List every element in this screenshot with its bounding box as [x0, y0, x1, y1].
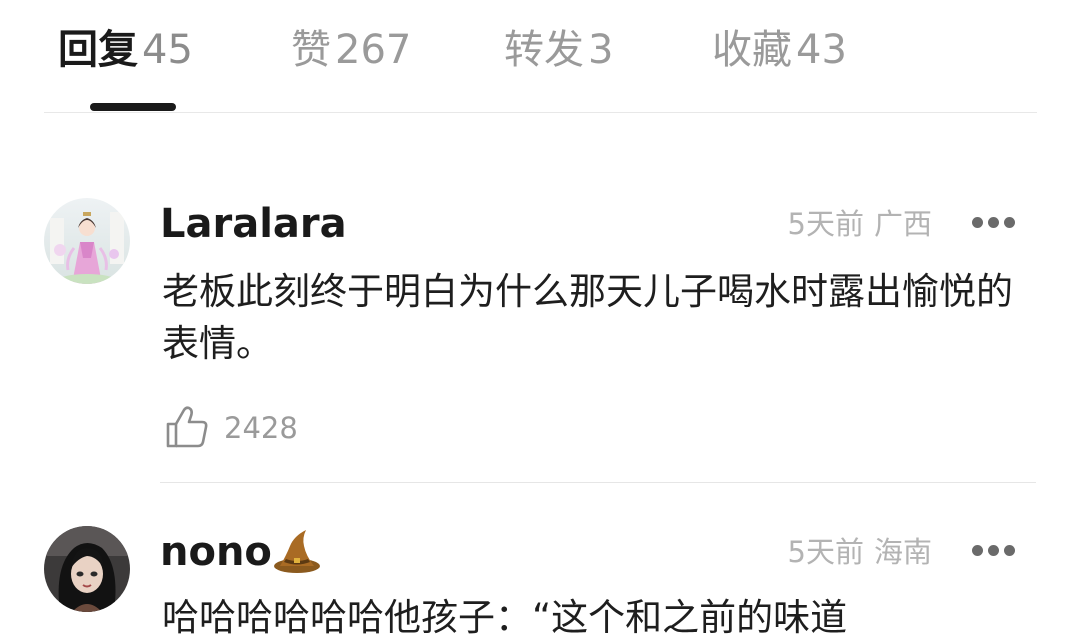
comment-meta: 5天前 广西 [788, 204, 932, 244]
thumbs-up-icon[interactable] [164, 404, 210, 450]
tab-replies[interactable]: 回复 45 [58, 22, 193, 78]
tab-replies-count: 45 [142, 27, 193, 73]
tab-favorites[interactable]: 收藏 43 [712, 22, 847, 78]
comment-text: 哈哈哈哈哈哈他孩子：“这个和之前的味道 [162, 596, 848, 639]
tab-favorites-label: 收藏 [712, 27, 792, 73]
username[interactable]: nono [160, 526, 272, 578]
comment-time: 5天前 [787, 535, 864, 569]
avatar[interactable] [44, 198, 130, 284]
more-options-icon[interactable] [972, 545, 1016, 557]
tab-likes[interactable]: 赞 267 [291, 22, 411, 78]
tab-replies-label: 回复 [58, 27, 138, 73]
comment-region: 海南 [873, 535, 932, 569]
comment-text: 老板此刻终于明白为什么那天儿子喝水时露出愉悦的表情。 [162, 270, 1013, 365]
tab-favorites-count: 43 [796, 27, 847, 73]
tab-reposts-label: 转发 [504, 27, 584, 73]
more-options-icon[interactable] [972, 217, 1016, 229]
username[interactable]: Laralara [160, 198, 347, 250]
comment-divider [160, 482, 1036, 483]
tab-reposts[interactable]: 转发 3 [504, 22, 613, 78]
comment-tabs: 回复 45 赞 267 转发 3 收藏 43 [0, 0, 1080, 114]
tab-likes-count: 267 [335, 27, 412, 73]
tabs-divider [44, 112, 1037, 113]
active-tab-indicator [90, 103, 176, 111]
comment-meta: 5天前 海南 [788, 532, 932, 572]
like-count: 2428 [224, 411, 298, 445]
comment-time: 5天前 [787, 207, 864, 241]
wizard-hat-icon [274, 530, 320, 573]
tab-reposts-count: 3 [588, 27, 614, 73]
tab-likes-label: 赞 [291, 27, 331, 73]
comment-region: 广西 [873, 207, 932, 241]
avatar[interactable] [44, 526, 130, 612]
